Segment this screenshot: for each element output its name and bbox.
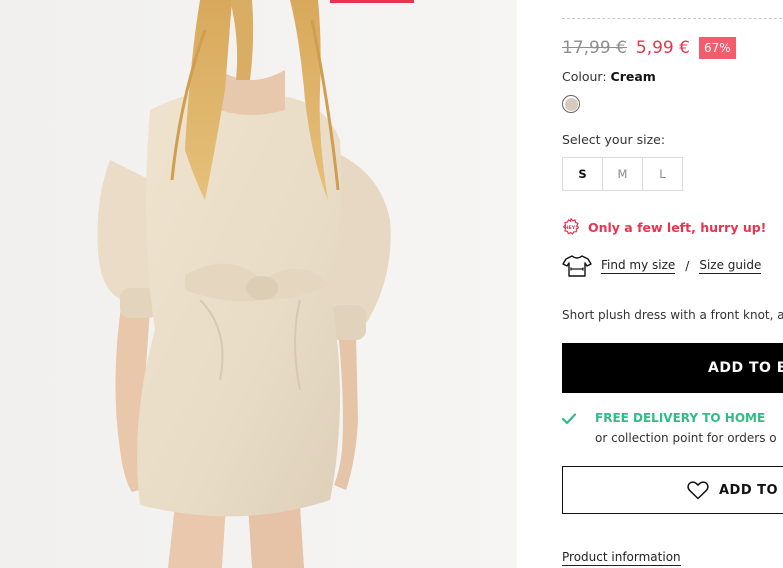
delivery-title: FREE DELIVERY TO HOME: [595, 411, 766, 425]
image-progress-bar: [330, 0, 414, 3]
size-guide-link[interactable]: Size guide: [699, 258, 762, 274]
sale-price: 5,99 €: [635, 38, 690, 58]
fit-links: Find my size / Size guide: [562, 254, 762, 278]
stock-warning-text: Only a few left, hurry up!: [588, 219, 767, 235]
size-prompt: Select your size:: [562, 132, 666, 147]
product-image[interactable]: [0, 0, 517, 568]
colour-swatch-cream[interactable]: [562, 95, 580, 113]
product-details-panel: 17,99 € 5,99 € 67% Colour: Cream Select …: [517, 0, 783, 568]
divider: [562, 18, 783, 19]
price-row: 17,99 € 5,99 € 67%: [562, 37, 736, 59]
product-description: Short plush dress with a front knot, a r: [562, 308, 783, 322]
add-to-bag-button[interactable]: ADD TO BA: [562, 343, 783, 393]
heart-icon: [687, 480, 709, 499]
find-my-size-link[interactable]: Find my size: [601, 258, 676, 274]
colour-label: Colour:: [562, 69, 607, 84]
size-selector: S M L: [562, 157, 683, 191]
old-price: 17,99 €: [562, 38, 627, 58]
separator: /: [685, 259, 690, 273]
discount-badge: 67%: [698, 37, 736, 59]
size-option-s[interactable]: S: [562, 157, 603, 191]
swatch-fill: [564, 97, 578, 111]
add-to-bag-label: ADD TO BA: [708, 360, 783, 376]
stock-warning: HEY! Only a few left, hurry up!: [562, 218, 766, 236]
delivery-subtitle: or collection point for orders o: [595, 431, 777, 445]
colour-value: Cream: [610, 69, 656, 84]
check-icon: [562, 413, 576, 425]
colour-row: Colour: Cream: [562, 69, 656, 84]
product-information-link[interactable]: Product information: [562, 550, 681, 566]
size-option-m[interactable]: M: [602, 157, 643, 191]
svg-text:HEY!: HEY!: [565, 225, 577, 231]
hey-badge-icon: HEY!: [562, 218, 580, 235]
tshirt-measure-icon: [562, 255, 592, 277]
add-to-wishlist-button[interactable]: ADD TO W: [562, 466, 783, 514]
product-photo-illustration: [0, 0, 517, 568]
size-option-l[interactable]: L: [642, 157, 683, 191]
wishlist-label: ADD TO W: [719, 482, 783, 498]
